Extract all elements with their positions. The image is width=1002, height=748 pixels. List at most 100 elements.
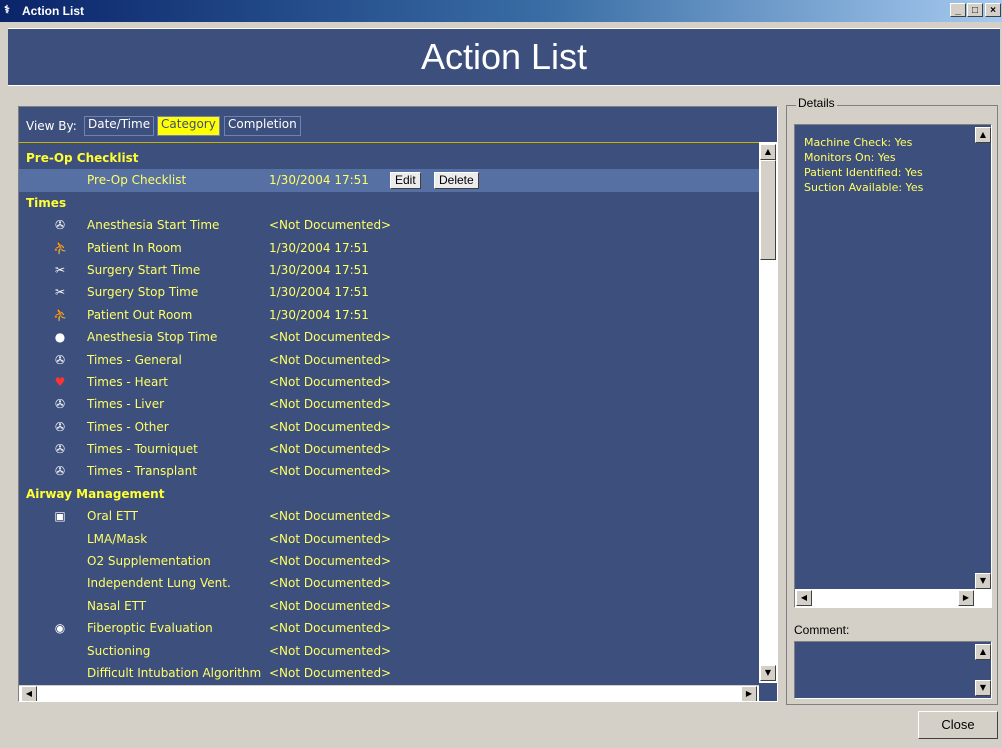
action-name: Patient Out Room <box>87 307 193 322</box>
scroll-down-icon[interactable]: ▼ <box>760 665 776 681</box>
title-bar: ⚕ Action List _ □ × <box>0 0 1002 22</box>
action-row[interactable]: Independent Lung Vent. <Not Documented> <box>19 572 759 594</box>
delete-button[interactable]: Delete <box>434 172 479 190</box>
action-value: <Not Documented> <box>269 352 392 367</box>
details-line: Machine Check: Yes <box>804 136 913 149</box>
clock-icon: ✇ <box>54 352 66 367</box>
action-name: Oral ETT <box>87 509 138 524</box>
list-horizontal-scrollbar[interactable]: ◀ ▶ <box>19 685 759 701</box>
view-by-completion-tab[interactable]: Completion <box>224 116 301 136</box>
details-box[interactable]: Machine Check: Yes Monitors On: Yes Patien… <box>794 124 992 608</box>
clock-icon: ✇ <box>54 442 66 457</box>
details-horizontal-scrollbar[interactable]: ◀ ▶ <box>795 589 991 607</box>
app-icon: ⚕ <box>4 4 10 16</box>
action-list-panel: View By: Date/Time Category Completion P… <box>18 106 778 702</box>
action-name: Difficult Intubation Algorithm <box>87 665 262 680</box>
action-name: Times - General <box>87 352 182 367</box>
details-scroll-right-icon[interactable]: ▶ <box>958 590 974 606</box>
scroll-up-icon[interactable]: ▲ <box>760 144 776 160</box>
action-value: <Not Documented> <box>269 464 392 479</box>
action-value: <Not Documented> <box>269 374 392 389</box>
action-name: Suctioning <box>87 643 151 658</box>
action-value: <Not Documented> <box>269 330 392 345</box>
action-name: O2 Supplementation <box>87 554 211 569</box>
close-button[interactable]: Close <box>918 711 998 739</box>
action-name: Anesthesia Stop Time <box>87 330 218 345</box>
action-name: Surgery Stop Time <box>87 285 199 300</box>
scalpel-icon: ✂ <box>54 262 66 277</box>
action-row[interactable]: ✇ Times - Liver <Not Documented> <box>19 393 759 415</box>
maximize-button[interactable]: □ <box>967 3 983 17</box>
action-value: <Not Documented> <box>269 509 392 524</box>
category-header: Airway Management <box>19 483 759 505</box>
action-row[interactable]: ◉ Fiberoptic Evaluation <Not Documented> <box>19 617 759 639</box>
details-line: Monitors On: Yes <box>804 151 896 164</box>
action-value: 1/30/2004 17:51 <box>269 285 369 300</box>
details-line: Patient Identified: Yes <box>804 166 923 179</box>
close-window-button[interactable]: × <box>985 3 1001 17</box>
clock-icon: ✇ <box>54 464 66 479</box>
action-row[interactable]: ⛹ Patient Out Room 1/30/2004 17:51 <box>19 304 759 326</box>
details-line: Suction Available: Yes <box>804 181 924 194</box>
scroll-right-icon[interactable]: ▶ <box>741 686 757 701</box>
dot-icon: ● <box>54 330 66 345</box>
details-scroll-down-icon[interactable]: ▼ <box>975 573 991 589</box>
action-value: <Not Documented> <box>269 665 392 680</box>
action-row[interactable]: ✇ Times - Tourniquet <Not Documented> <box>19 438 759 460</box>
comment-scroll-up-icon[interactable]: ▲ <box>975 644 991 660</box>
action-name: Patient In Room <box>87 240 182 255</box>
action-row[interactable]: ♥ Times - Heart <Not Documented> <box>19 371 759 393</box>
details-scroll-up-icon[interactable]: ▲ <box>975 127 991 143</box>
action-value: <Not Documented> <box>269 621 392 636</box>
comment-label: Comment: <box>794 623 850 637</box>
view-by-datetime-tab[interactable]: Date/Time <box>84 116 155 136</box>
action-row[interactable]: Nasal ETT <Not Documented> <box>19 595 759 617</box>
action-row[interactable]: ✇ Times - General <Not Documented> <box>19 349 759 371</box>
minimize-button[interactable]: _ <box>950 3 966 17</box>
category-label: Times <box>26 195 67 210</box>
action-row[interactable]: ✂ Surgery Start Time 1/30/2004 17:51 <box>19 259 759 281</box>
action-row[interactable]: LMA/Mask <Not Documented> <box>19 528 759 550</box>
action-row[interactable]: Pre-Op Checklist 1/30/2004 17:51 Edit Delet… <box>19 169 759 192</box>
heart-icon: ♥ <box>54 374 66 389</box>
action-row[interactable]: ✇ Times - Other <Not Documented> <box>19 416 759 438</box>
action-value: <Not Documented> <box>269 598 392 613</box>
action-row[interactable]: Difficult Intubation Algorithm <Not Docum… <box>19 662 759 683</box>
action-row[interactable]: O2 Supplementation <Not Documented> <box>19 550 759 572</box>
patient-out-icon: ⛹ <box>53 307 68 322</box>
action-name: Times - Other <box>87 419 169 434</box>
action-row[interactable]: ✂ Surgery Stop Time 1/30/2004 17:51 <box>19 281 759 303</box>
action-rows: Pre-Op Checklist Pre-Op Checklist 1/30/200… <box>19 147 759 683</box>
action-name: Times - Transplant <box>87 464 197 479</box>
action-row[interactable]: Suctioning <Not Documented> <box>19 640 759 662</box>
details-text: Machine Check: Yes Monitors On: Yes Patien… <box>804 135 923 195</box>
action-value: <Not Documented> <box>269 397 392 412</box>
comment-scroll-down-icon[interactable]: ▼ <box>975 680 991 696</box>
action-value: 1/30/2004 17:51 <box>269 307 369 322</box>
comment-field[interactable]: ▲ ▼ <box>794 641 992 699</box>
action-row[interactable]: ✇ Times - Transplant <Not Documented> <box>19 460 759 482</box>
page-title-banner: Action List <box>8 28 1000 86</box>
action-value: <Not Documented> <box>269 218 392 233</box>
clock-icon: ✇ <box>54 218 66 233</box>
action-value: 1/30/2004 17:51 <box>269 173 369 188</box>
action-value: <Not Documented> <box>269 531 392 546</box>
action-value: <Not Documented> <box>269 419 392 434</box>
edit-button[interactable]: Edit <box>390 172 421 190</box>
fiberoptic-icon: ◉ <box>54 621 66 636</box>
view-by-category-tab[interactable]: Category <box>157 116 220 136</box>
action-name: Nasal ETT <box>87 598 147 613</box>
details-scroll-left-icon[interactable]: ◀ <box>796 590 812 606</box>
action-row[interactable]: ✇ Anesthesia Start Time <Not Documented> <box>19 214 759 236</box>
action-row[interactable]: ● Anesthesia Stop Time <Not Documented> <box>19 326 759 348</box>
action-name: LMA/Mask <box>87 531 148 546</box>
action-value: <Not Documented> <box>269 643 392 658</box>
action-name: Independent Lung Vent. <box>87 576 231 591</box>
patient-room-icon: ⛹ <box>53 240 68 255</box>
action-row[interactable]: ▣ Oral ETT <Not Documented> <box>19 505 759 527</box>
action-name: Anesthesia Start Time <box>87 218 220 233</box>
scroll-left-icon[interactable]: ◀ <box>21 686 37 701</box>
scroll-thumb[interactable] <box>760 160 776 260</box>
list-vertical-scrollbar[interactable]: ▲ ▼ <box>759 142 777 683</box>
action-row[interactable]: ⛹ Patient In Room 1/30/2004 17:51 <box>19 237 759 259</box>
